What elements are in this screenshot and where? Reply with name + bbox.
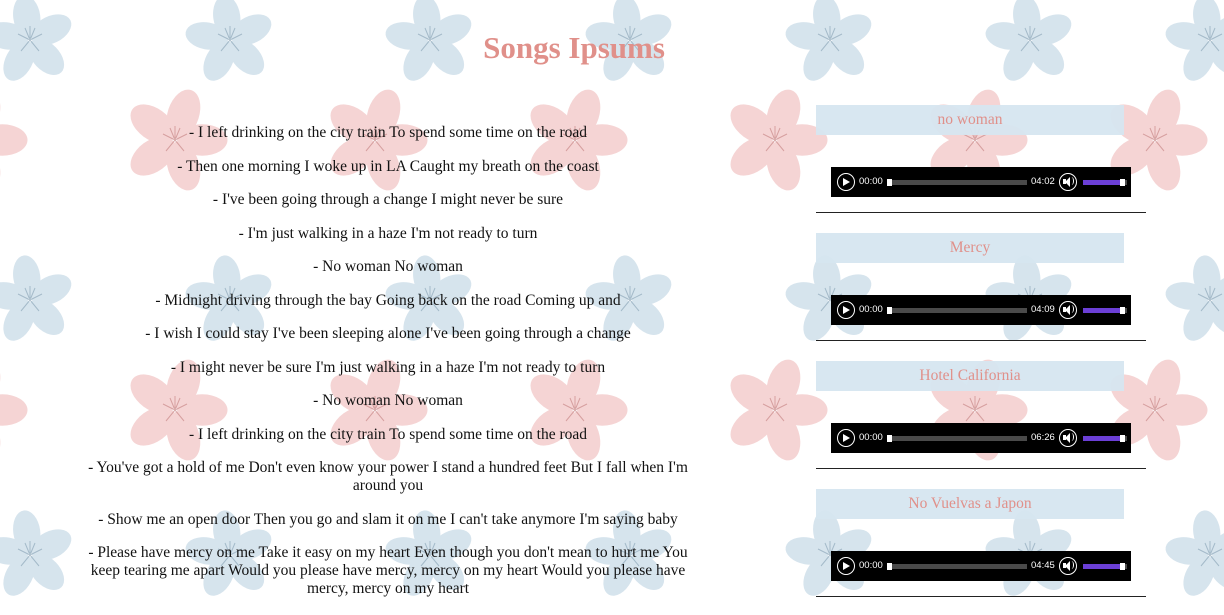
seek-thumb[interactable] <box>887 435 892 442</box>
lyric-line: - You've got a hold of me Don't even kno… <box>88 459 688 494</box>
blossom-icon <box>1157 248 1224 351</box>
lyric-line: - I'm just walking in a haze I'm not rea… <box>238 224 538 242</box>
mute-button[interactable] <box>1059 429 1077 447</box>
track-title: No Vuelvas a Japon <box>816 489 1124 519</box>
blossom-icon <box>0 248 83 351</box>
lyric-line: - No woman No woman <box>313 258 463 275</box>
audio-player: 00:00 04:09 <box>831 295 1131 325</box>
blossom-icon <box>0 503 83 606</box>
audio-player: 00:00 04:45 <box>831 551 1131 581</box>
blossom-icon <box>0 73 44 207</box>
play-button[interactable] <box>837 301 855 319</box>
duration: 06:26 <box>1031 432 1055 443</box>
volume-level <box>1083 180 1123 185</box>
seek-slider[interactable] <box>887 435 1027 442</box>
current-time: 00:00 <box>859 560 883 571</box>
volume-slider[interactable] <box>1083 563 1127 570</box>
speaker-icon <box>1069 561 1074 569</box>
lyric-line: - No woman No woman <box>313 392 463 409</box>
lyric-line: - Midnight driving through the bay Going… <box>155 291 621 309</box>
lyric-line: - Then one morning I woke up in LA Caugh… <box>177 157 599 175</box>
lyric-line: - Show me an open door Then you go and s… <box>98 510 678 528</box>
track-item: Hotel California 00:00 06:26 <box>816 361 1146 489</box>
track-title: Mercy <box>816 233 1124 263</box>
blossom-icon <box>1157 503 1224 606</box>
seek-thumb[interactable] <box>887 179 892 186</box>
page-title: Songs Ipsums <box>483 30 665 65</box>
track-item: no woman 00:00 04:02 <box>816 105 1146 233</box>
play-button[interactable] <box>837 429 855 447</box>
volume-thumb[interactable] <box>1119 307 1125 314</box>
speaker-icon <box>1069 177 1074 185</box>
lyric-line: - Please have mercy on me Take it easy o… <box>88 544 688 597</box>
lyric-line: - I might never be sure I'm just walking… <box>170 358 606 376</box>
volume-level <box>1083 308 1123 313</box>
track-divider <box>816 468 1146 469</box>
play-button[interactable] <box>837 173 855 191</box>
current-time: 00:00 <box>859 176 883 187</box>
volume-thumb[interactable] <box>1119 179 1125 186</box>
blossom-icon <box>0 0 83 91</box>
speaker-icon <box>1069 433 1074 441</box>
seek-slider[interactable] <box>887 179 1027 186</box>
lyrics-list: - I left drinking on the city train To s… <box>74 124 702 614</box>
track-divider <box>816 212 1146 213</box>
track-title: Hotel California <box>816 361 1124 391</box>
lyric-line: - I wish I could stay I've been sleeping… <box>145 325 631 342</box>
blossom-icon <box>977 0 1083 91</box>
volume-slider[interactable] <box>1083 179 1127 186</box>
mute-button[interactable] <box>1059 557 1077 575</box>
audio-player: 00:00 04:02 <box>831 167 1131 197</box>
mute-button[interactable] <box>1059 301 1077 319</box>
lyric-line: - I've been going through a change I mig… <box>212 191 564 208</box>
volume-slider[interactable] <box>1083 435 1127 442</box>
volume-thumb[interactable] <box>1119 435 1125 442</box>
play-button[interactable] <box>837 557 855 575</box>
playlist: no woman 00:00 04:02 Mercy 00:00 04:09 H… <box>816 105 1146 615</box>
duration: 04:02 <box>1031 176 1055 187</box>
speaker-icon <box>1069 305 1074 313</box>
lyric-line: - I left drinking on the city train To s… <box>188 124 588 141</box>
track-divider <box>816 596 1146 597</box>
seek-slider[interactable] <box>887 563 1027 570</box>
current-time: 00:00 <box>859 432 883 443</box>
duration: 04:45 <box>1031 560 1055 571</box>
track-divider <box>816 340 1146 341</box>
blossom-icon <box>0 343 44 477</box>
track-item: Mercy 00:00 04:09 <box>816 233 1146 361</box>
volume-slider[interactable] <box>1083 307 1127 314</box>
seek-thumb[interactable] <box>887 307 892 314</box>
volume-level <box>1083 564 1123 569</box>
audio-player: 00:00 06:26 <box>831 423 1131 453</box>
track-title: no woman <box>816 105 1124 135</box>
mute-button[interactable] <box>1059 173 1077 191</box>
blossom-icon <box>177 0 283 91</box>
lyric-line: - I left drinking on the city train To s… <box>188 425 588 443</box>
seek-thumb[interactable] <box>887 563 892 570</box>
current-time: 00:00 <box>859 304 883 315</box>
volume-level <box>1083 436 1123 441</box>
duration: 04:09 <box>1031 304 1055 315</box>
track-item: No Vuelvas a Japon 00:00 04:45 <box>816 489 1146 615</box>
volume-thumb[interactable] <box>1119 563 1125 570</box>
blossom-icon <box>777 0 883 91</box>
seek-slider[interactable] <box>887 307 1027 314</box>
